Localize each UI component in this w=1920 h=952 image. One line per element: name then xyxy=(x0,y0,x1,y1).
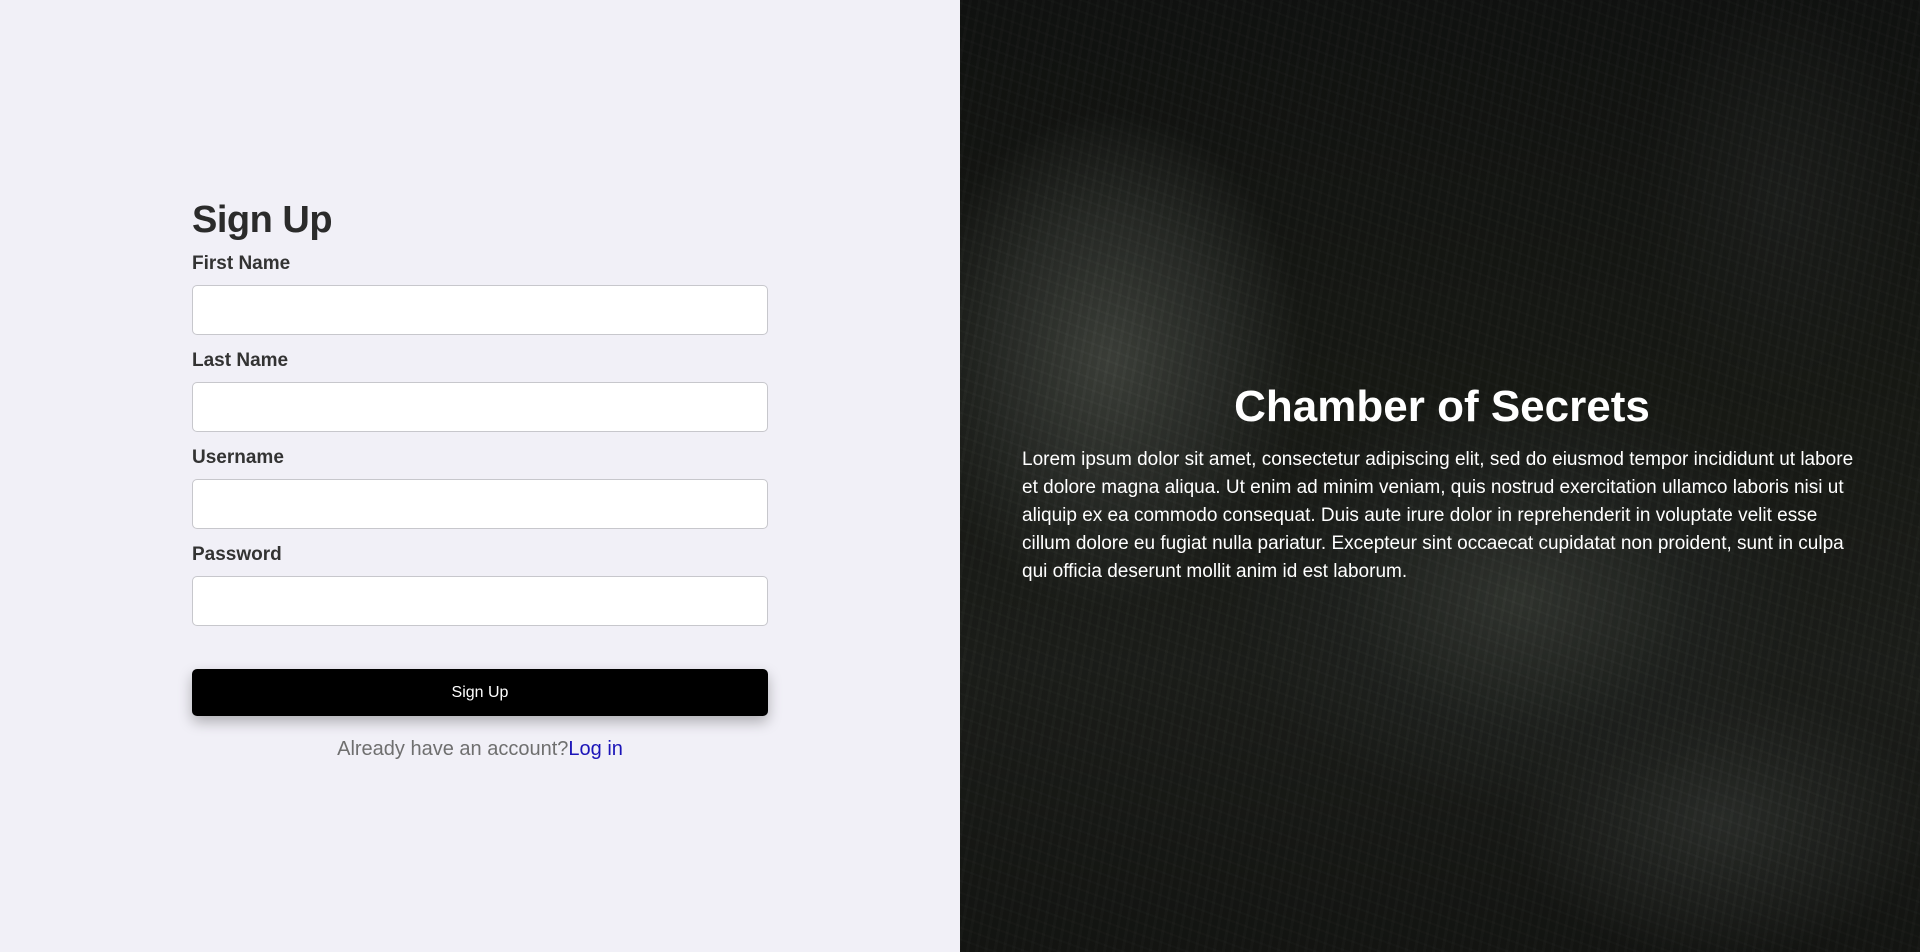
signup-form: Sign Up First Name Last Name Username Pa… xyxy=(192,196,768,761)
last-name-input[interactable] xyxy=(192,382,768,432)
signup-panel: Sign Up First Name Last Name Username Pa… xyxy=(0,0,960,952)
first-name-label: First Name xyxy=(192,253,291,274)
page: Sign Up First Name Last Name Username Pa… xyxy=(0,0,1920,952)
username-group: Username xyxy=(192,446,768,529)
first-name-group: First Name xyxy=(192,252,768,335)
password-label: Password xyxy=(192,544,282,565)
password-input[interactable] xyxy=(192,576,768,626)
login-prompt-text: Already have an account? xyxy=(337,738,569,760)
hero-description: Lorem ipsum dolor sit amet, consectetur … xyxy=(1022,449,1854,582)
sign-up-button[interactable]: Sign Up xyxy=(192,669,768,716)
password-group: Password xyxy=(192,543,768,626)
first-name-input[interactable] xyxy=(192,285,768,335)
username-label: Username xyxy=(192,447,284,468)
hero-content: Chamber of Secrets Lorem ipsum dolor sit… xyxy=(1022,380,1862,586)
login-prompt-row: Already have an account?Log in xyxy=(192,738,768,761)
hero-title: Chamber of Secrets xyxy=(1234,382,1650,431)
last-name-group: Last Name xyxy=(192,349,768,432)
username-input[interactable] xyxy=(192,479,768,529)
login-link[interactable]: Log in xyxy=(568,738,623,760)
last-name-label: Last Name xyxy=(192,350,289,371)
hero-panel: Chamber of Secrets Lorem ipsum dolor sit… xyxy=(960,0,1920,952)
signup-title: Sign Up xyxy=(192,199,333,241)
